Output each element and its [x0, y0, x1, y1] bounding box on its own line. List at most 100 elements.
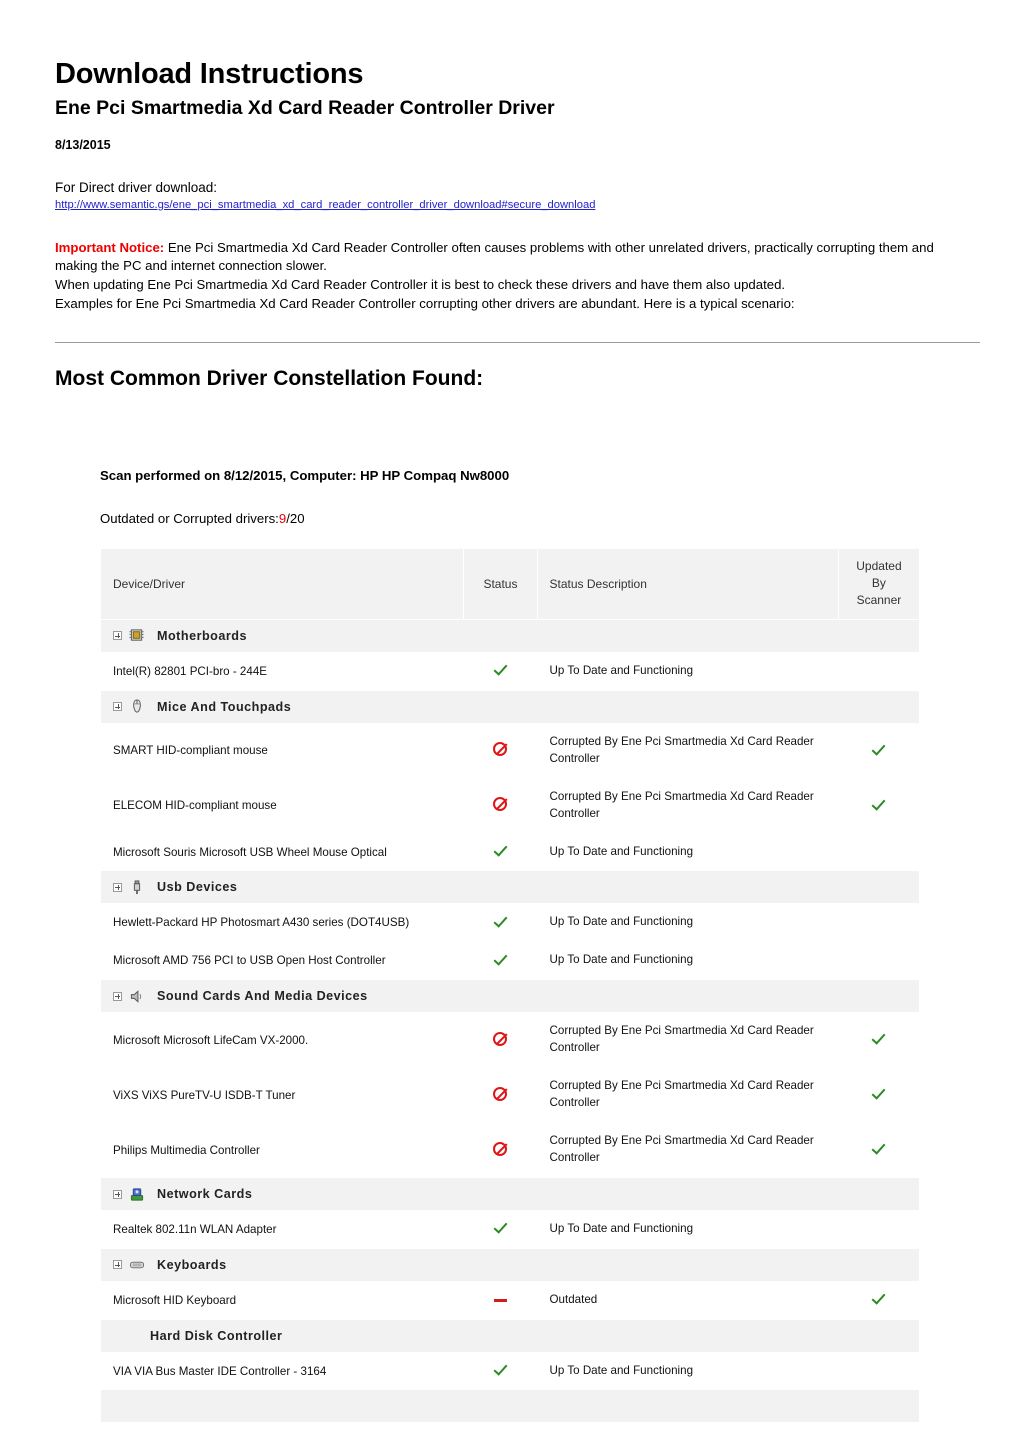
outdated-total: /20 — [286, 510, 305, 526]
cell-device: ELECOM HID-compliant mouse — [101, 778, 464, 833]
cell-updated-by-scanner — [838, 1352, 919, 1390]
category-cell[interactable]: Mice And Touchpads — [101, 690, 919, 723]
table-category-row[interactable]: Hard Disk Controller — [101, 1319, 919, 1352]
table-category-row[interactable]: Sound Cards And Media Devices — [101, 980, 919, 1013]
table-row[interactable]: Microsoft Microsoft LifeCam VX-2000. Corr… — [101, 1013, 919, 1068]
cell-status — [464, 652, 537, 690]
status-ok-icon — [494, 915, 507, 928]
cell-device: Philips Multimedia Controller — [101, 1123, 464, 1178]
outdated-prefix: Outdated or Corrupted drivers: — [100, 510, 279, 526]
cell-device: Microsoft Souris Microsoft USB Wheel Mou… — [101, 833, 464, 871]
status-corrupted-icon — [493, 742, 508, 757]
cell-status — [464, 833, 537, 871]
cell-status-description: Up To Date and Functioning — [537, 1352, 838, 1390]
cell-device: Microsoft HID Keyboard — [101, 1281, 464, 1319]
page-title: Download Instructions — [55, 58, 364, 90]
status-ok-icon — [494, 663, 507, 676]
cell-status — [464, 1013, 537, 1068]
cell-status — [464, 1068, 537, 1123]
expand-toggle-icon[interactable] — [113, 991, 122, 1001]
updated-ok-icon — [872, 1032, 885, 1045]
cell-updated-by-scanner — [838, 778, 919, 833]
status-ok-icon — [494, 953, 507, 966]
cell-status-description: Corrupted By Ene Pci Smartmedia Xd Card … — [537, 723, 838, 778]
category-label: Keyboards — [157, 1257, 227, 1272]
status-outdated-icon — [493, 1299, 507, 1302]
category-cell[interactable]: Motherboards — [101, 619, 919, 652]
table-row[interactable]: ViXS ViXS PureTV-U ISDB-T Tuner Corrupted… — [101, 1068, 919, 1123]
notice-line-1: Ene Pci Smartmedia Xd Card Reader Contro… — [55, 239, 934, 274]
updated-ok-icon — [872, 798, 885, 811]
category-cell[interactable]: Network Cards — [101, 1178, 919, 1211]
cell-status-description: Corrupted By Ene Pci Smartmedia Xd Card … — [537, 1123, 838, 1178]
expand-toggle-icon[interactable] — [113, 631, 122, 641]
status-corrupted-icon — [493, 797, 508, 812]
status-corrupted-icon — [493, 1086, 508, 1101]
table-row[interactable]: Microsoft HID Keyboard Outdated — [101, 1281, 919, 1319]
category-cell[interactable]: Hard Disk Controller — [101, 1319, 919, 1352]
table-category-row[interactable]: Keyboards — [101, 1248, 919, 1281]
table-row[interactable]: Philips Multimedia Controller Corrupted B… — [101, 1123, 919, 1178]
table-category-row[interactable]: Motherboards — [101, 619, 919, 652]
cell-device: Hewlett-Packard HP Photosmart A430 serie… — [101, 904, 464, 942]
expand-toggle-icon[interactable] — [113, 1189, 122, 1199]
cell-status — [464, 942, 537, 980]
cell-status-description: Corrupted By Ene Pci Smartmedia Xd Card … — [537, 778, 838, 833]
table-row[interactable]: Microsoft AMD 756 PCI to USB Open Host C… — [101, 942, 919, 980]
cell-updated-by-scanner — [838, 1211, 919, 1248]
table-row[interactable]: VIA VIA Bus Master IDE Controller - 3164… — [101, 1352, 919, 1390]
cell-status-description: Up To Date and Functioning — [537, 942, 838, 980]
table-row[interactable]: Hewlett-Packard HP Photosmart A430 serie… — [101, 904, 919, 942]
cell-updated-by-scanner — [838, 1123, 919, 1178]
cell-status-description: Outdated — [537, 1281, 838, 1319]
table-row[interactable]: Intel(R) 82801 PCI-bro - 244E Up To Date … — [101, 652, 919, 690]
cell-updated-by-scanner — [838, 904, 919, 942]
expand-toggle-icon[interactable] — [113, 882, 122, 892]
updated-ok-icon — [872, 743, 885, 756]
expand-toggle-icon[interactable] — [113, 702, 122, 712]
updated-ok-icon — [872, 1087, 885, 1100]
driver-scan-table: Device/Driver Status Status Description … — [100, 548, 920, 1424]
cell-updated-by-scanner — [838, 1068, 919, 1123]
notice-flag: Important Notice: — [55, 239, 165, 255]
table-category-row[interactable]: Network Cards — [101, 1178, 919, 1211]
category-cell[interactable]: Keyboards — [101, 1248, 919, 1281]
table-row[interactable]: Microsoft Souris Microsoft USB Wheel Mou… — [101, 833, 919, 871]
cell-status — [464, 723, 537, 778]
document-page: Download Instructions Ene Pci Smartmedia… — [0, 0, 1020, 1423]
section-title: Most Common Driver Constellation Found: — [55, 366, 484, 390]
table-header-row: Device/Driver Status Status Description … — [101, 548, 919, 619]
download-link[interactable]: http://www.semantic.gs/ene_pci_smartmedi… — [55, 199, 595, 211]
table-row[interactable]: Realtek 802.11n WLAN Adapter Up To Date a… — [101, 1211, 919, 1248]
expand-toggle-icon[interactable] — [113, 1260, 122, 1270]
status-corrupted-icon — [493, 1031, 508, 1046]
cell-status-description: Corrupted By Ene Pci Smartmedia Xd Card … — [537, 1013, 838, 1068]
cell-updated-by-scanner — [838, 1281, 919, 1319]
cell-updated-by-scanner — [838, 652, 919, 690]
updated-ok-icon — [872, 1142, 885, 1155]
cell-status — [464, 904, 537, 942]
category-cell[interactable]: Sound Cards And Media Devices — [101, 980, 919, 1013]
category-label: Motherboards — [157, 628, 247, 643]
category-cell[interactable]: Usb Devices — [101, 871, 919, 904]
table-category-row[interactable]: Mice And Touchpads — [101, 690, 919, 723]
table-row[interactable]: SMART HID-compliant mouse Corrupted By En… — [101, 723, 919, 778]
cell-device: Intel(R) 82801 PCI-bro - 244E — [101, 652, 464, 690]
table-category-row[interactable]: Usb Devices — [101, 871, 919, 904]
table-row[interactable]: ELECOM HID-compliant mouse Corrupted By E… — [101, 778, 919, 833]
column-header-description: Status Description — [537, 548, 838, 619]
cell-status — [464, 778, 537, 833]
outdated-count-line: Outdated or Corrupted drivers:9/20 — [100, 511, 975, 526]
category-label: Network Cards — [157, 1187, 253, 1202]
scan-performed-line: Scan performed on 8/12/2015, Computer: H… — [100, 467, 510, 483]
cell-updated-by-scanner — [838, 833, 919, 871]
table-category-row-partial[interactable] — [101, 1390, 919, 1423]
table-header: Device/Driver Status Status Description … — [101, 548, 919, 619]
cell-device: VIA VIA Bus Master IDE Controller - 3164 — [101, 1352, 464, 1390]
page-subtitle: Ene Pci Smartmedia Xd Card Reader Contro… — [55, 97, 555, 120]
cell-device: SMART HID-compliant mouse — [101, 723, 464, 778]
cell-status-description: Up To Date and Functioning — [537, 833, 838, 871]
updated-ok-icon — [872, 1292, 885, 1305]
important-notice: Important Notice: Ene Pci Smartmedia Xd … — [55, 239, 975, 314]
category-cell-partial[interactable] — [101, 1390, 919, 1423]
